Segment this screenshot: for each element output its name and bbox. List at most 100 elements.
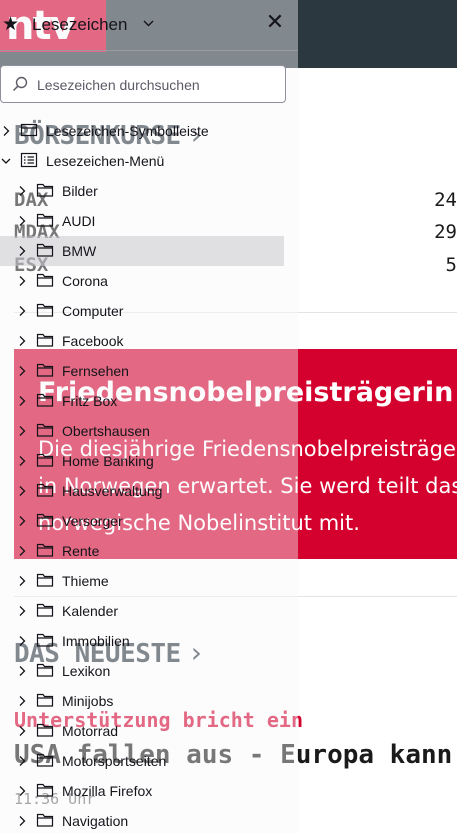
index-value: 5	[445, 254, 457, 276]
sidebar-title[interactable]: Lesezeichen	[32, 15, 127, 35]
search-box[interactable]	[0, 65, 286, 103]
chevron-down-icon[interactable]	[143, 15, 154, 31]
bookmark-item-mozilla-firefox[interactable]: Mozilla Firefox	[0, 776, 298, 806]
bookmark-item-rente[interactable]: Rente	[0, 536, 298, 566]
bookmark-item-lesezeichen-menü[interactable]: Lesezeichen-Menü	[0, 146, 298, 176]
bookmark-label: Versorger	[62, 513, 123, 529]
search-input[interactable]	[37, 74, 277, 96]
folder-icon	[36, 723, 54, 737]
bookmark-item-lesezeichen-symbolleiste[interactable]: Lesezeichen-Symbolleiste	[0, 116, 298, 146]
folder-icon	[36, 783, 54, 797]
folder-icon	[36, 243, 54, 257]
folder-icon	[36, 813, 54, 827]
bookmark-label: Lexikon	[62, 663, 111, 679]
chevron-right-icon[interactable]	[16, 633, 28, 649]
bookmark-label: Facebook	[62, 333, 124, 349]
chevron-right-icon[interactable]	[16, 303, 28, 319]
folder-icon	[36, 423, 54, 437]
bookmark-item-navigation[interactable]: Navigation	[0, 806, 298, 833]
chevron-right-icon[interactable]	[16, 783, 28, 799]
bookmark-item-home-banking[interactable]: Home Banking	[0, 446, 298, 476]
bookmark-label: Minijobs	[62, 693, 114, 709]
bookmark-item-computer[interactable]: Computer	[0, 296, 298, 326]
bookmark-label: Fritz Box	[62, 393, 118, 409]
folder-icon	[36, 483, 54, 497]
chevron-right-icon[interactable]	[16, 663, 28, 679]
bookmark-item-immobilien[interactable]: Immobilien	[0, 626, 298, 656]
bookmark-label: Fernsehen	[62, 363, 129, 379]
bookmark-item-lexikon[interactable]: Lexikon	[0, 656, 298, 686]
close-button[interactable]: ✕	[262, 10, 288, 36]
bookmark-label: Kalender	[62, 603, 119, 619]
bookmark-label: Thieme	[62, 573, 109, 589]
bookmark-label: Home Banking	[62, 453, 154, 469]
bookmark-item-kalender[interactable]: Kalender	[0, 596, 298, 626]
chevron-down-icon[interactable]	[0, 153, 12, 169]
chevron-right-icon[interactable]	[16, 333, 28, 349]
chevron-right-icon[interactable]	[16, 753, 28, 769]
chevron-right-icon[interactable]	[16, 273, 28, 289]
folder-icon	[36, 663, 54, 677]
bookmark-item-obertshausen[interactable]: Obertshausen	[0, 416, 298, 446]
folder-icon	[36, 363, 54, 377]
folder-icon	[36, 393, 54, 407]
bookmark-item-motorsportseiten[interactable]: Motorsportseiten	[0, 746, 298, 776]
bookmark-item-bilder[interactable]: Bilder	[0, 176, 298, 206]
bookmark-item-motorrad[interactable]: Motorrad	[0, 716, 298, 746]
chevron-right-icon[interactable]	[16, 453, 28, 469]
chevron-right-icon[interactable]	[16, 513, 28, 529]
bookmark-label: Rente	[62, 543, 100, 559]
chevron-right-icon[interactable]	[16, 213, 28, 229]
bookmark-label: Lesezeichen-Symbolleiste	[46, 123, 209, 139]
folder-icon	[36, 333, 54, 347]
chevron-right-icon[interactable]	[0, 123, 12, 139]
chevron-right-icon[interactable]	[16, 423, 28, 439]
bookmark-item-fritz-box[interactable]: Fritz Box	[0, 386, 298, 416]
bookmark-label: Obertshausen	[62, 423, 150, 439]
divider	[0, 50, 298, 51]
chevron-right-icon[interactable]	[16, 813, 28, 829]
bookmark-item-fernsehen[interactable]: Fernsehen	[0, 356, 298, 386]
bookmark-label: BMW	[62, 243, 97, 259]
menu-list-icon	[20, 152, 38, 168]
bookmark-item-corona[interactable]: Corona	[0, 266, 298, 296]
bookmark-label: Corona	[62, 273, 108, 289]
bookmark-label: Bilder	[62, 183, 98, 199]
index-value: 29	[434, 221, 457, 243]
chevron-right-icon[interactable]	[16, 693, 28, 709]
bookmark-item-hausverwaltung[interactable]: Hausverwaltung	[0, 476, 298, 506]
bookmark-item-thieme[interactable]: Thieme	[0, 566, 298, 596]
chevron-right-icon[interactable]	[16, 603, 28, 619]
search-icon	[12, 76, 28, 92]
folder-icon	[36, 753, 54, 767]
chevron-right-icon[interactable]	[16, 243, 28, 259]
bookmark-item-facebook[interactable]: Facebook	[0, 326, 298, 356]
chevron-right-icon[interactable]	[16, 573, 28, 589]
bookmark-item-minijobs[interactable]: Minijobs	[0, 686, 298, 716]
bookmarks-sidebar: ★ Lesezeichen ✕ Lesezeichen-Symbolleiste…	[0, 0, 298, 833]
star-icon: ★	[2, 13, 20, 35]
folder-icon	[36, 453, 54, 467]
toolbar-icon	[20, 123, 38, 137]
bookmark-label: Computer	[62, 303, 124, 319]
folder-icon	[36, 573, 54, 587]
chevron-right-icon[interactable]	[16, 183, 28, 199]
bookmark-label: Navigation	[62, 813, 129, 829]
sidebar-header: ★ Lesezeichen ✕	[0, 0, 298, 50]
chevron-right-icon[interactable]	[16, 543, 28, 559]
folder-icon	[36, 633, 54, 647]
folder-icon	[36, 603, 54, 617]
bookmark-item-audi[interactable]: AUDI	[0, 206, 298, 236]
bookmark-item-bmw[interactable]: BMW	[0, 236, 284, 266]
chevron-right-icon[interactable]	[16, 483, 28, 499]
folder-icon	[36, 303, 54, 317]
chevron-right-icon[interactable]	[16, 363, 28, 379]
bookmark-label: Immobilien	[62, 633, 130, 649]
bookmark-label: Hausverwaltung	[62, 483, 163, 499]
folder-icon	[36, 273, 54, 287]
index-value: 24	[434, 189, 457, 211]
chevron-right-icon[interactable]	[16, 723, 28, 739]
bookmark-label: Motorrad	[62, 723, 119, 739]
chevron-right-icon[interactable]	[16, 393, 28, 409]
bookmark-item-versorger[interactable]: Versorger	[0, 506, 298, 536]
